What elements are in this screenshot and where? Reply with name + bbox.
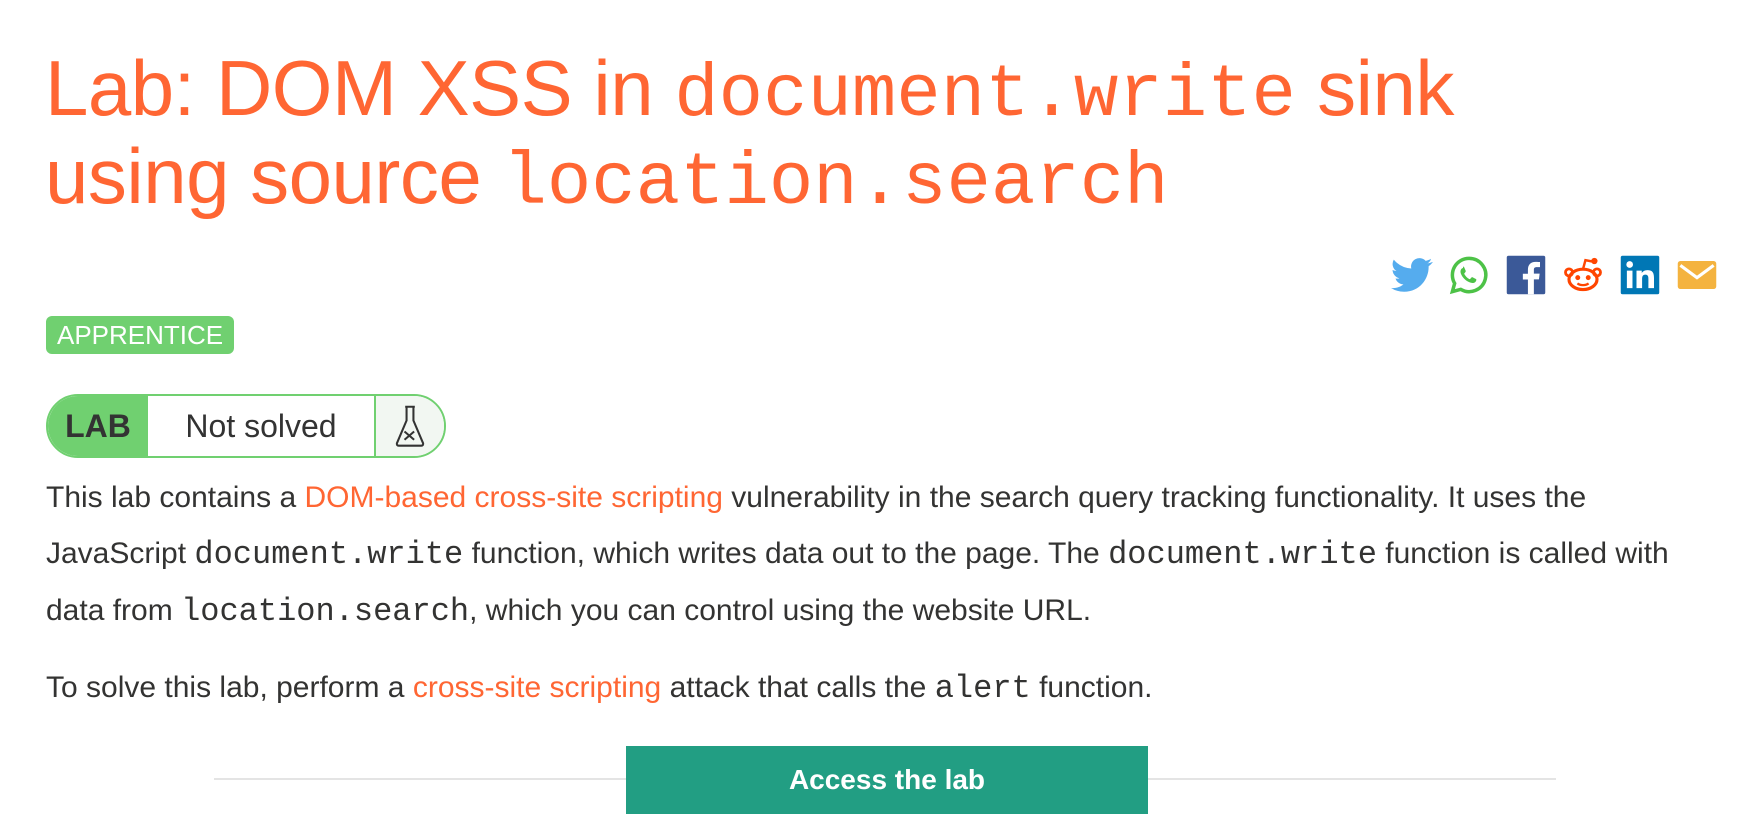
dom-xss-link[interactable]: DOM-based cross-site scripting bbox=[304, 481, 722, 514]
email-icon[interactable] bbox=[1676, 254, 1718, 296]
title-code-document-write: document.write bbox=[674, 54, 1296, 138]
code-alert: alert bbox=[934, 670, 1031, 707]
access-lab-button[interactable]: Access the lab bbox=[626, 746, 1148, 814]
lab-description: This lab contains a DOM-based cross-site… bbox=[46, 470, 1726, 640]
desc-text: This lab contains a bbox=[46, 481, 305, 514]
code-document-write: document.write bbox=[194, 536, 464, 573]
title-text-1: Lab: DOM XSS in bbox=[45, 44, 675, 132]
linkedin-icon[interactable] bbox=[1619, 254, 1661, 296]
title-text-3: using source bbox=[45, 132, 503, 220]
objective-text: To solve this lab, perform a bbox=[46, 671, 413, 704]
flask-icon-wrapper bbox=[376, 396, 444, 456]
code-location-search: location.search bbox=[181, 593, 470, 630]
code-document-write: document.write bbox=[1108, 536, 1377, 573]
objective-text: function. bbox=[1030, 671, 1153, 704]
title-text-2: sink bbox=[1295, 44, 1454, 132]
lab-objective: To solve this lab, perform a cross-site … bbox=[46, 660, 1726, 717]
lab-tag: LAB bbox=[48, 396, 148, 456]
lab-status-text: Not solved bbox=[148, 396, 376, 456]
desc-text: , which you can control using the websit… bbox=[469, 594, 1092, 627]
page-title: Lab: DOM XSS in document.write sink using… bbox=[45, 48, 1454, 224]
lab-status-widget: LAB Not solved bbox=[46, 394, 446, 458]
whatsapp-icon[interactable] bbox=[1448, 254, 1490, 296]
title-code-location-search: location.search bbox=[502, 142, 1169, 226]
facebook-icon[interactable] bbox=[1505, 254, 1547, 296]
flask-icon bbox=[395, 405, 425, 447]
difficulty-badge: APPRENTICE bbox=[46, 316, 235, 354]
reddit-icon[interactable] bbox=[1562, 254, 1604, 296]
desc-text: function, which writes data out to the p… bbox=[463, 537, 1109, 570]
share-bar bbox=[1391, 254, 1718, 296]
xss-link[interactable]: cross-site scripting bbox=[413, 671, 661, 704]
twitter-icon[interactable] bbox=[1391, 254, 1433, 296]
objective-text: attack that calls the bbox=[661, 671, 935, 704]
